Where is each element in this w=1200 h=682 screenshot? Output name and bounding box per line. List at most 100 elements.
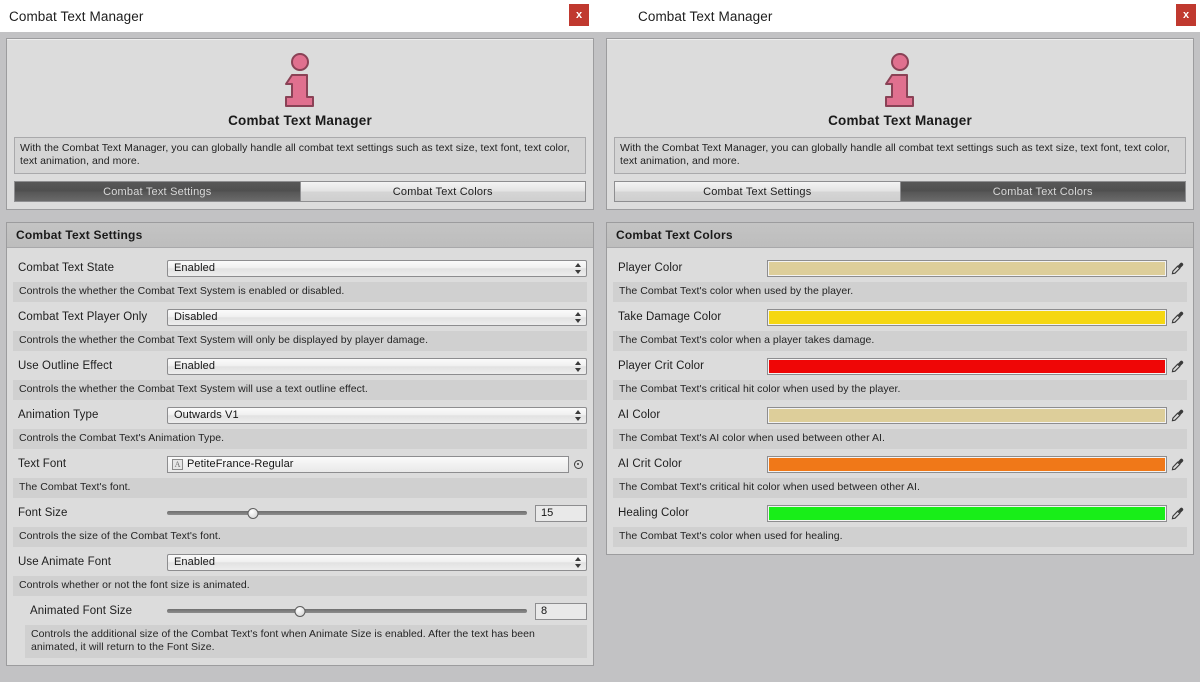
eyedropper-icon[interactable] — [1167, 409, 1187, 422]
color-swatch — [769, 359, 1165, 373]
help-ai-color: The Combat Text's AI color when used bet… — [613, 429, 1187, 449]
label-text-font: Text Font — [18, 458, 67, 470]
colorfield-ai-color[interactable] — [767, 406, 1167, 424]
label-ai-color: AI Color — [618, 409, 661, 421]
colors-pane: Combat Text Manager With the Combat Text… — [600, 32, 1200, 682]
colorfield-player-crit-color[interactable] — [767, 357, 1167, 375]
label-font-size: Font Size — [18, 507, 68, 519]
input-font-size[interactable]: 15 — [535, 504, 587, 522]
settings-header-card: Combat Text Manager With the Combat Text… — [6, 38, 594, 210]
slider-font-size-track — [167, 511, 527, 515]
row-player-crit-color: Player Crit Color — [613, 355, 1187, 377]
row-take-damage-color: Take Damage Color — [613, 306, 1187, 328]
colors-header-card: Combat Text Manager With the Combat Text… — [606, 38, 1194, 210]
header-title: Combat Text Manager — [828, 113, 972, 128]
info-icon-glyph — [285, 53, 314, 107]
color-swatch — [769, 310, 1165, 324]
titlebar-strip: Combat Text Manager x Combat Text Manage… — [0, 0, 1200, 32]
slider-font-size[interactable] — [167, 505, 527, 522]
slider-animated-font-size[interactable] — [167, 603, 527, 620]
dropdown-combat-text-state[interactable]: Enabled — [167, 259, 587, 277]
font-asset-icon: A — [172, 458, 183, 470]
label-use-outline-effect: Use Outline Effect — [18, 360, 113, 372]
row-ai-crit-color: AI Crit Color — [613, 453, 1187, 475]
colorfield-player-color[interactable] — [767, 259, 1167, 277]
colorfield-take-damage-color[interactable] — [767, 308, 1167, 326]
help-player-color: The Combat Text's color when used by the… — [613, 282, 1187, 302]
row-use-outline-effect: Use Outline Effect Enabled — [13, 355, 587, 377]
colorfield-healing-color[interactable] — [767, 504, 1167, 522]
workspace: Combat Text Manager With the Combat Text… — [0, 32, 1200, 682]
combat-text-settings-section: Combat Text Settings Combat Text State E… — [6, 222, 594, 666]
settings-pane: Combat Text Manager With the Combat Text… — [0, 32, 600, 682]
input-animated-font-size[interactable]: 8 — [535, 602, 587, 620]
colors-section-body: Player Color The Combat Text's color whe… — [607, 248, 1193, 554]
right-window-close-button[interactable]: x — [1176, 4, 1196, 26]
eyedropper-glyph — [1171, 507, 1183, 519]
eyedropper-icon[interactable] — [1167, 311, 1187, 324]
object-picker-button[interactable] — [569, 459, 587, 469]
row-combat-text-state: Combat Text State Enabled — [13, 257, 587, 279]
color-swatch — [769, 457, 1165, 471]
header-title: Combat Text Manager — [228, 113, 372, 128]
tab-combat-text-settings[interactable]: Combat Text Settings — [615, 182, 900, 201]
eyedropper-icon[interactable] — [1167, 507, 1187, 520]
chevron-updown-icon — [574, 409, 581, 421]
help-ai-crit-color: The Combat Text's critical hit color whe… — [613, 478, 1187, 498]
eyedropper-glyph — [1171, 262, 1183, 274]
row-healing-color: Healing Color — [613, 502, 1187, 524]
left-window-title: Combat Text Manager — [9, 8, 144, 24]
dropdown-combat-text-player-only[interactable]: Disabled — [167, 308, 587, 326]
color-swatch — [769, 261, 1165, 275]
objectfield-text-font[interactable]: A PetiteFrance-Regular — [167, 455, 569, 473]
dropdown-use-outline-effect-value: Enabled — [174, 360, 216, 372]
color-swatch — [769, 408, 1165, 422]
dropdown-use-animate-font[interactable]: Enabled — [167, 553, 587, 571]
label-animation-type: Animation Type — [18, 409, 99, 421]
eyedropper-glyph — [1171, 360, 1183, 372]
chevron-updown-icon — [574, 556, 581, 568]
left-window-close-button[interactable]: x — [569, 4, 589, 26]
header-description: With the Combat Text Manager, you can gl… — [14, 137, 586, 174]
label-combat-text-state: Combat Text State — [18, 262, 115, 274]
label-use-animate-font: Use Animate Font — [18, 556, 112, 568]
label-animated-font-size: Animated Font Size — [30, 605, 133, 617]
right-window-titlebar: Combat Text Manager x — [600, 0, 1200, 32]
tab-combat-text-colors[interactable]: Combat Text Colors — [299, 182, 585, 201]
settings-section-title: Combat Text Settings — [7, 223, 593, 248]
colorfield-ai-crit-color[interactable] — [767, 455, 1167, 473]
row-player-color: Player Color — [613, 257, 1187, 279]
chevron-updown-icon — [574, 262, 581, 274]
eyedropper-icon[interactable] — [1167, 262, 1187, 275]
info-icon-glyph — [885, 53, 914, 107]
help-combat-text-player-only: Controls the whether the Combat Text Sys… — [13, 331, 587, 351]
info-icon — [614, 53, 1186, 109]
row-animation-type: Animation Type Outwards V1 — [13, 404, 587, 426]
row-text-font: Text Font A PetiteFrance-Regular — [13, 453, 587, 475]
label-ai-crit-color: AI Crit Color — [618, 458, 682, 470]
eyedropper-icon[interactable] — [1167, 458, 1187, 471]
eyedropper-icon[interactable] — [1167, 360, 1187, 373]
dropdown-animation-type-value: Outwards V1 — [174, 409, 239, 421]
row-use-animate-font: Use Animate Font Enabled — [13, 551, 587, 573]
tab-combat-text-colors[interactable]: Combat Text Colors — [899, 182, 1185, 201]
dropdown-use-outline-effect[interactable]: Enabled — [167, 357, 587, 375]
tab-combat-text-settings[interactable]: Combat Text Settings — [15, 182, 300, 201]
label-player-color: Player Color — [618, 262, 683, 274]
help-take-damage-color: The Combat Text's color when a player ta… — [613, 331, 1187, 351]
header-description: With the Combat Text Manager, you can gl… — [614, 137, 1186, 174]
row-animated-font-size: Animated Font Size 8 — [13, 600, 587, 622]
colors-tabrow: Combat Text Settings Combat Text Colors — [614, 181, 1186, 202]
eyedropper-glyph — [1171, 458, 1183, 470]
label-combat-text-player-only: Combat Text Player Only — [18, 311, 148, 323]
colors-section-title: Combat Text Colors — [607, 223, 1193, 248]
help-animated-font-size: Controls the additional size of the Comb… — [25, 625, 587, 658]
dropdown-animation-type[interactable]: Outwards V1 — [167, 406, 587, 424]
dropdown-use-animate-font-value: Enabled — [174, 556, 216, 568]
slider-animated-font-size-knob[interactable] — [294, 605, 306, 617]
slider-font-size-knob[interactable] — [247, 507, 259, 519]
right-window-title: Combat Text Manager — [638, 8, 773, 24]
dropdown-combat-text-state-value: Enabled — [174, 262, 216, 274]
settings-section-body: Combat Text State Enabled Controls the w… — [7, 248, 593, 665]
settings-tabrow: Combat Text Settings Combat Text Colors — [14, 181, 586, 202]
